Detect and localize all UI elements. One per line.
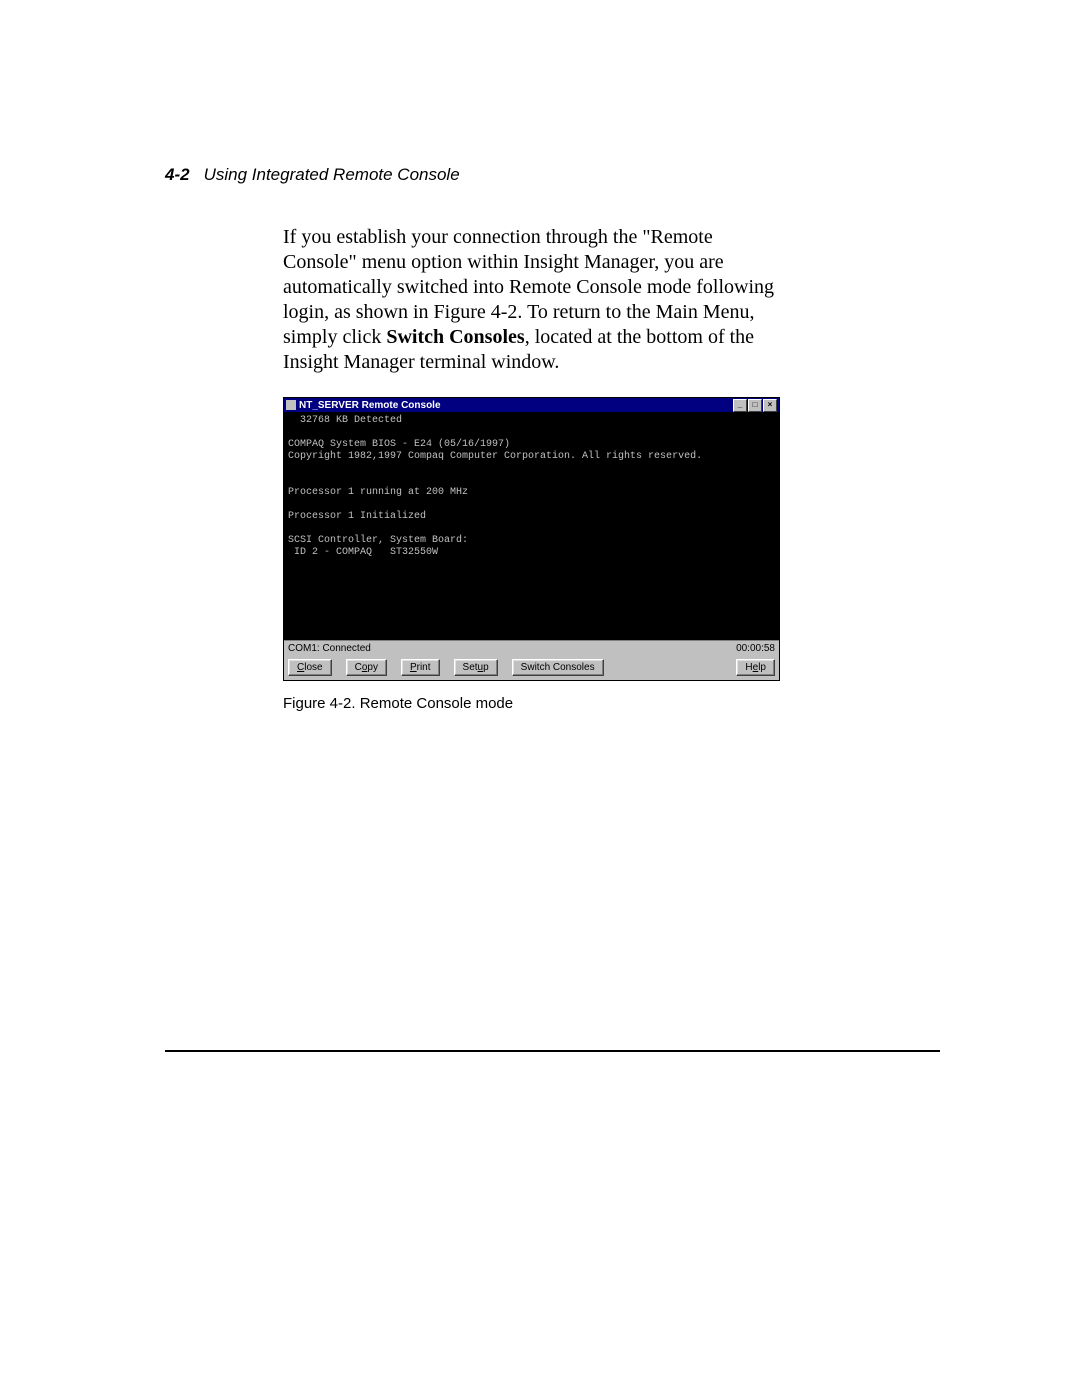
document-page: 4-2 Using Integrated Remote Console If yo…: [0, 0, 1080, 1397]
page-number: 4-2: [165, 165, 190, 184]
window-title: NT_SERVER Remote Console: [299, 400, 733, 411]
close-icon[interactable]: ×: [763, 399, 777, 412]
help-button[interactable]: Help: [736, 659, 775, 676]
switch-consoles-button[interactable]: Switch Consoles: [512, 659, 604, 676]
body-paragraph: If you establish your connection through…: [283, 225, 783, 375]
copy-button[interactable]: Copy: [346, 659, 387, 676]
figure-caption: Figure 4-2. Remote Console mode: [283, 695, 940, 712]
footer-rule: [165, 1050, 940, 1052]
print-button[interactable]: Print: [401, 659, 440, 676]
remote-console-window: NT_SERVER Remote Console _ □ × 32768 KB …: [283, 397, 780, 681]
status-bar: COM1: Connected 00:00:58: [284, 640, 779, 656]
button-bar: Close Copy Print Setup Switch Consoles H…: [284, 656, 779, 680]
close-button[interactable]: Close: [288, 659, 332, 676]
figure: NT_SERVER Remote Console _ □ × 32768 KB …: [283, 397, 940, 712]
running-header: 4-2 Using Integrated Remote Console: [165, 165, 940, 185]
titlebar[interactable]: NT_SERVER Remote Console _ □ ×: [284, 398, 779, 412]
minimize-icon[interactable]: _: [733, 399, 747, 412]
header-title: Using Integrated Remote Console: [204, 165, 460, 184]
setup-button[interactable]: Setup: [454, 659, 498, 676]
maximize-icon[interactable]: □: [748, 399, 762, 412]
status-left: COM1: Connected: [288, 643, 736, 654]
app-icon: [286, 400, 296, 410]
status-right: 00:00:58: [736, 643, 775, 654]
terminal-output: 32768 KB Detected COMPAQ System BIOS - E…: [284, 412, 779, 640]
switch-consoles-term: Switch Consoles: [386, 326, 524, 348]
